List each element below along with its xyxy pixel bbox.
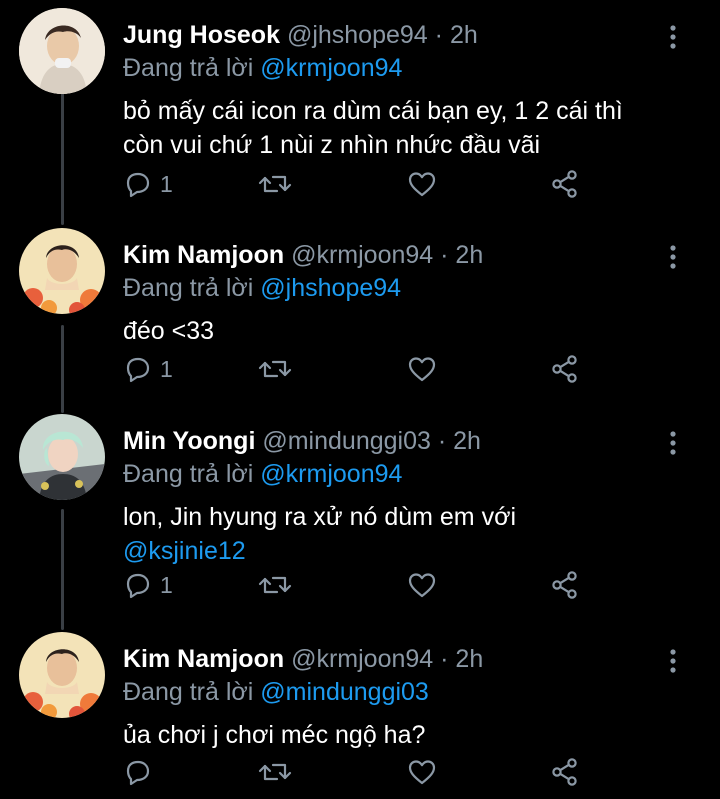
- tweet-text: lon, Jin hyung ra xử nó dùm em với @ksji…: [123, 500, 683, 568]
- tweet-header: Min Yoongi @mindunggi03 · 2h: [123, 424, 481, 458]
- replying-to-label: Đang trả lời: [123, 678, 254, 706]
- share-button[interactable]: [550, 569, 580, 601]
- retweet-icon: [258, 763, 292, 781]
- share-button[interactable]: [550, 168, 580, 200]
- retweet-button[interactable]: [258, 353, 292, 385]
- author-name[interactable]: Min Yoongi: [123, 427, 255, 455]
- reply-button[interactable]: [122, 756, 160, 788]
- tweet-header: Jung Hoseok @jhshope94 · 2h: [123, 18, 478, 52]
- separator-dot: ·: [440, 241, 449, 269]
- more-vertical-icon[interactable]: [664, 430, 682, 456]
- share-button[interactable]: [550, 353, 580, 385]
- replying-to-mention[interactable]: @krmjoon94: [260, 460, 402, 488]
- avatar[interactable]: [19, 632, 105, 718]
- replying-to-mention[interactable]: @mindunggi03: [260, 678, 429, 706]
- replying-to: Đang trả lời @mindunggi03: [123, 676, 429, 708]
- more-vertical-icon[interactable]: [664, 648, 682, 674]
- tweet[interactable]: Jung Hoseok @jhshope94 · 2h Đang trả lời…: [0, 8, 720, 218]
- tweet-header: Kim Namjoon @krmjoon94 · 2h: [123, 238, 483, 272]
- replying-to: Đang trả lời @krmjoon94: [123, 458, 402, 490]
- reply-thread: Jung Hoseok @jhshope94 · 2h Đang trả lời…: [0, 0, 720, 799]
- tweet-text: đéo <33: [123, 314, 683, 348]
- avatar-photo: [19, 228, 105, 314]
- replying-to: Đang trả lời @krmjoon94: [123, 52, 402, 84]
- avatar-photo: [19, 8, 105, 94]
- timestamp[interactable]: 2h: [453, 427, 481, 455]
- reply-button[interactable]: 1: [122, 569, 173, 601]
- reply-icon: [126, 357, 150, 383]
- reply-icon: [126, 760, 150, 786]
- reply-button[interactable]: 1: [122, 353, 173, 385]
- share-icon: [552, 571, 577, 599]
- heart-icon: [408, 357, 436, 382]
- retweet-button[interactable]: [258, 569, 292, 601]
- separator-dot: ·: [434, 21, 443, 49]
- replying-to: Đang trả lời @jhshope94: [123, 272, 401, 304]
- share-icon: [552, 170, 577, 198]
- replying-to-label: Đang trả lời: [123, 274, 254, 302]
- heart-icon: [408, 172, 436, 197]
- avatar[interactable]: [19, 228, 105, 314]
- replying-to-mention[interactable]: @krmjoon94: [260, 54, 402, 82]
- more-vertical-icon[interactable]: [664, 244, 682, 270]
- author-name[interactable]: Kim Namjoon: [123, 645, 284, 673]
- tweet-actions: 1: [122, 168, 602, 200]
- tweet-actions: 1: [122, 569, 602, 601]
- like-button[interactable]: [407, 353, 437, 385]
- avatar-photo: [19, 414, 105, 500]
- separator-dot: ·: [440, 645, 449, 673]
- retweet-button[interactable]: [258, 168, 292, 200]
- retweet-icon: [258, 360, 292, 378]
- separator-dot: ·: [437, 427, 447, 455]
- reply-count: 1: [160, 170, 173, 197]
- like-button[interactable]: [407, 569, 437, 601]
- timestamp[interactable]: 2h: [455, 241, 483, 269]
- author-handle[interactable]: @mindunggi03: [262, 427, 431, 455]
- replying-to-mention[interactable]: @jhshope94: [260, 274, 401, 302]
- avatar[interactable]: [19, 414, 105, 500]
- author-handle[interactable]: @jhshope94: [287, 21, 428, 49]
- heart-icon: [408, 760, 436, 785]
- avatar[interactable]: [19, 8, 105, 94]
- share-icon: [552, 758, 577, 786]
- tweet-text-line: bỏ mấy cái icon ra dùm cái bạn ey, 1 2 c…: [123, 97, 623, 125]
- tweet-actions: [122, 756, 602, 788]
- tweet-mention-link[interactable]: @ksjinie12: [123, 534, 683, 568]
- tweet[interactable]: Kim Namjoon @krmjoon94 · 2h Đang trả lời…: [0, 228, 720, 398]
- retweet-icon: [258, 576, 292, 594]
- reply-icon: [126, 573, 150, 599]
- timestamp[interactable]: 2h: [450, 21, 478, 49]
- tweet-text: ủa chơi j chơi méc ngộ ha?: [123, 718, 683, 752]
- replying-to-label: Đang trả lời: [123, 460, 254, 488]
- retweet-button[interactable]: [258, 756, 292, 788]
- tweet[interactable]: Kim Namjoon @krmjoon94 · 2h Đang trả lời…: [0, 632, 720, 799]
- share-icon: [552, 355, 577, 383]
- author-handle[interactable]: @krmjoon94: [291, 645, 433, 673]
- timestamp[interactable]: 2h: [455, 645, 483, 673]
- tweet[interactable]: Min Yoongi @mindunggi03 · 2h Đang trả lờ…: [0, 414, 720, 614]
- tweet-text-line: đéo <33: [123, 317, 215, 345]
- more-vertical-icon[interactable]: [664, 24, 682, 50]
- reply-icon: [126, 172, 150, 198]
- share-button[interactable]: [550, 756, 580, 788]
- tweet-text: bỏ mấy cái icon ra dùm cái bạn ey, 1 2 c…: [123, 94, 683, 162]
- like-button[interactable]: [407, 756, 437, 788]
- tweet-text-line: ủa chơi j chơi méc ngộ ha?: [123, 721, 426, 749]
- reply-button[interactable]: 1: [122, 168, 173, 200]
- author-handle[interactable]: @krmjoon94: [291, 241, 433, 269]
- reply-count: 1: [160, 571, 173, 598]
- tweet-text-line: lon, Jin hyung ra xử nó dùm em với: [123, 503, 517, 531]
- avatar-photo: [19, 632, 105, 718]
- replying-to-label: Đang trả lời: [123, 54, 254, 82]
- author-name[interactable]: Kim Namjoon: [123, 241, 284, 269]
- like-button[interactable]: [407, 168, 437, 200]
- author-name[interactable]: Jung Hoseok: [123, 21, 280, 49]
- retweet-icon: [258, 175, 292, 193]
- tweet-text-line: còn vui chứ 1 nùi z nhìn nhức đầu vãi: [123, 131, 541, 159]
- tweet-header: Kim Namjoon @krmjoon94 · 2h: [123, 642, 483, 676]
- reply-count: 1: [160, 355, 173, 382]
- heart-icon: [408, 573, 436, 598]
- tweet-actions: 1: [122, 353, 602, 385]
